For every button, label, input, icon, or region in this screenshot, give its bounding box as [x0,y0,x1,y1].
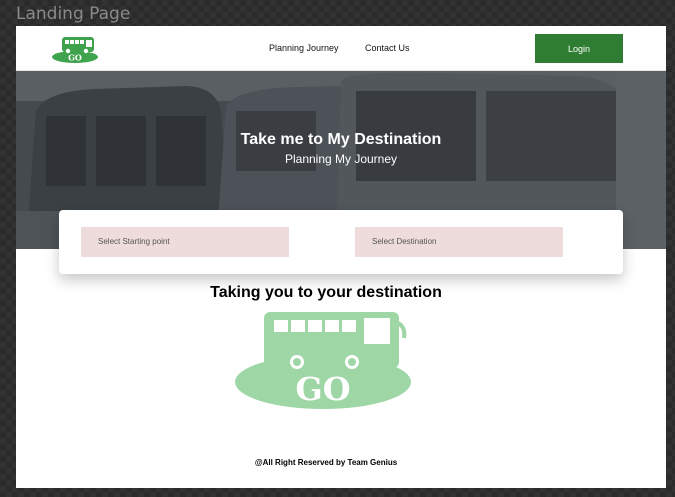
search-card: Select Starting point Select Destination [59,210,623,274]
landing-page: GO Planning Journey Contact Us Login Tak… [16,26,666,488]
bus-go-logo-icon: GO [235,312,411,409]
frame-label: Landing Page [16,4,131,24]
hero-subtitle: Planning My Journey [284,152,398,166]
login-button[interactable]: Login [535,34,623,63]
bus-logo-icon[interactable]: GO [52,35,102,65]
big-logo-text: GO [295,370,350,408]
nav-contact-us[interactable]: Contact Us [365,43,410,53]
hero-title: Take me to My Destination [240,131,442,148]
logo-text: GO [68,53,82,63]
destination-select[interactable]: Select Destination [355,227,563,257]
nav-planning-journey[interactable]: Planning Journey [269,43,339,53]
footer-copyright: @All Right Reserved by Team Genius [254,458,398,467]
starting-point-select[interactable]: Select Starting point [81,227,289,257]
tagline-heading: Taking you to your destination [210,284,442,301]
navbar: GO Planning Journey Contact Us Login [16,26,666,71]
